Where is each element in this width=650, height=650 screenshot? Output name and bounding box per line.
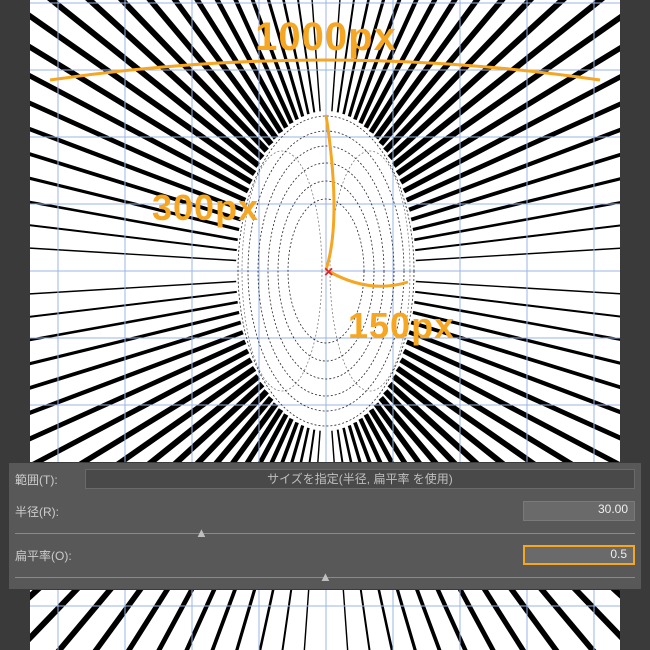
radius-row: 半径(R): 30.00 [15,499,635,523]
label-150px: 150px [348,305,455,346]
range-mode-dropdown[interactable]: サイズを指定(半径, 扁平率 を使用) [85,469,635,489]
radius-slider[interactable]: ▲ [15,525,635,539]
app-viewport: 1000px 300px 150px × 範囲(T): サイズを指定(半径, 扁… [0,0,650,650]
oblate-input[interactable]: 0.5 [523,545,635,565]
slider-thumb-icon[interactable]: ▲ [195,527,207,539]
radius-input[interactable]: 30.00 [523,501,635,521]
label-1000px: 1000px [255,15,397,59]
oblate-row: 扁平率(O): 0.5 [15,543,635,567]
slider-thumb-icon[interactable]: ▲ [319,571,331,583]
range-row: 範囲(T): サイズを指定(半径, 扁平率 を使用) [15,467,635,491]
top-arc [50,60,600,80]
range-label: 範囲(T): [15,471,79,488]
settings-panel: 範囲(T): サイズを指定(半径, 扁平率 を使用) 半径(R): 30.00 … [8,462,642,590]
vertical-curve [326,115,334,270]
oblate-slider[interactable]: ▲ [15,569,635,583]
small-arc [330,272,408,286]
radius-label: 半径(R): [15,503,79,520]
label-300px: 300px [152,187,259,228]
oblate-label: 扁平率(O): [15,547,79,564]
